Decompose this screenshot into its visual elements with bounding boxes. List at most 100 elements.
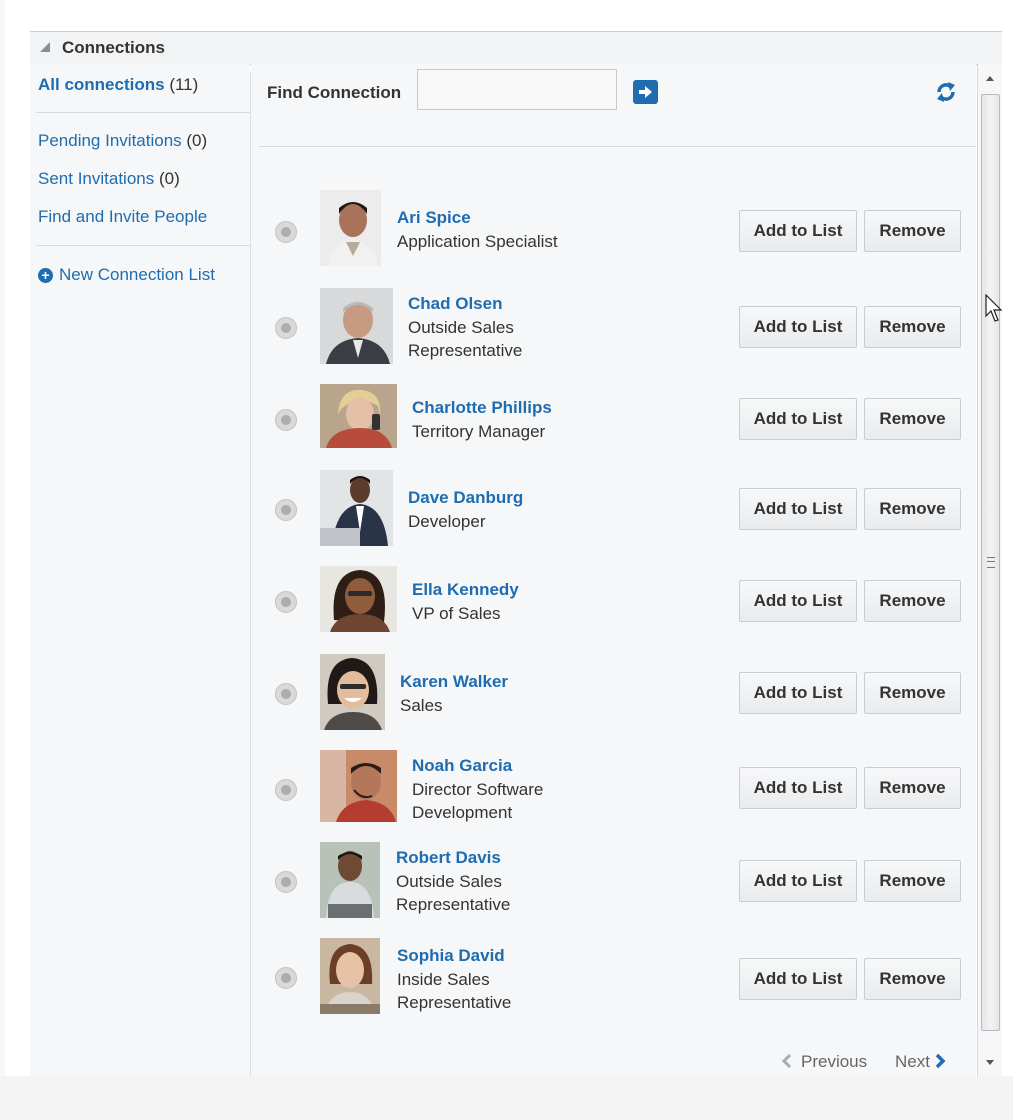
- add-to-list-button[interactable]: Add to List: [739, 398, 857, 440]
- connection-name[interactable]: Ari Spice: [397, 208, 471, 228]
- connection-title: Outside Sales Representative: [396, 872, 511, 914]
- sidebar-item-label: Sent Invitations: [38, 169, 155, 188]
- select-radio[interactable]: [275, 591, 297, 613]
- add-to-list-button[interactable]: Add to List: [739, 488, 857, 530]
- list-item: Ari Spice Application Specialist Add to …: [251, 190, 976, 266]
- sidebar-item-label: Pending Invitations: [38, 131, 182, 150]
- search-divider: [259, 146, 976, 147]
- list-item: Ella Kennedy VP of Sales Add to List Rem…: [251, 566, 976, 632]
- connection-name[interactable]: Dave Danburg: [408, 488, 523, 508]
- add-to-list-button[interactable]: Add to List: [739, 767, 857, 809]
- connection-name[interactable]: Sophia David: [397, 946, 505, 966]
- connection-title: Inside Sales Representative: [397, 970, 512, 1012]
- remove-button[interactable]: Remove: [864, 958, 961, 1000]
- connection-title: Application Specialist: [397, 232, 558, 251]
- avatar: [320, 470, 393, 546]
- new-list-label: New Connection List: [59, 265, 215, 284]
- plus-circle-icon: +: [38, 268, 53, 283]
- remove-button[interactable]: Remove: [864, 488, 961, 530]
- remove-button[interactable]: Remove: [864, 210, 961, 252]
- add-to-list-button[interactable]: Add to List: [739, 580, 857, 622]
- sidebar-item-label: Find and Invite People: [38, 207, 208, 226]
- search-go-button[interactable]: [633, 80, 658, 104]
- connection-name[interactable]: Charlotte Phillips: [412, 398, 552, 418]
- arrow-right-icon: [639, 86, 652, 98]
- connection-title: Sales: [400, 696, 443, 715]
- find-connection-input[interactable]: [417, 69, 617, 110]
- add-to-list-button[interactable]: Add to List: [739, 860, 857, 902]
- next-label: Next: [895, 1052, 930, 1071]
- list-item: Dave Danburg Developer Add to List Remov…: [251, 470, 976, 546]
- remove-button[interactable]: Remove: [864, 306, 961, 348]
- avatar: [320, 750, 397, 822]
- list-item: Karen Walker Sales Add to List Remove: [251, 654, 976, 730]
- panel-title: Connections: [62, 38, 165, 57]
- sidebar-item-count: (0): [158, 169, 180, 188]
- connection-title: Director Software Development: [412, 780, 544, 822]
- add-to-list-button[interactable]: Add to List: [739, 958, 857, 1000]
- add-to-list-button[interactable]: Add to List: [739, 672, 857, 714]
- select-radio[interactable]: [275, 221, 297, 243]
- sidebar-item-find-invite-people[interactable]: Find and Invite People: [38, 207, 207, 227]
- select-radio[interactable]: [275, 683, 297, 705]
- new-connection-list-link[interactable]: + New Connection List: [38, 265, 215, 285]
- previous-page-button[interactable]: Previous: [781, 1052, 867, 1072]
- remove-button[interactable]: Remove: [864, 580, 961, 622]
- remove-button[interactable]: Remove: [864, 672, 961, 714]
- list-item: Chad Olsen Outside Sales Representative …: [251, 288, 976, 364]
- remove-button[interactable]: Remove: [864, 767, 961, 809]
- find-connection-label: Find Connection: [267, 83, 402, 102]
- sidebar-item-label: All connections: [38, 75, 165, 94]
- connection-title: Outside Sales Representative: [408, 318, 523, 360]
- footer-band: [0, 1076, 1013, 1120]
- previous-label: Previous: [801, 1052, 868, 1071]
- connection-title: VP of Sales: [412, 604, 501, 623]
- avatar: [320, 654, 385, 730]
- select-radio[interactable]: [275, 779, 297, 801]
- connection-title: Developer: [408, 512, 486, 531]
- refresh-button[interactable]: [933, 79, 959, 105]
- avatar: [320, 384, 397, 448]
- list-item: Noah Garcia Director Software Developmen…: [251, 750, 976, 822]
- select-radio[interactable]: [275, 317, 297, 339]
- sidebar-item-count: (0): [186, 131, 208, 150]
- avatar: [320, 288, 393, 364]
- connection-name[interactable]: Ella Kennedy: [412, 580, 519, 600]
- add-to-list-button[interactable]: Add to List: [739, 306, 857, 348]
- add-to-list-button[interactable]: Add to List: [739, 210, 857, 252]
- next-page-button[interactable]: Next: [895, 1052, 946, 1072]
- scroll-up-arrow-icon[interactable]: [984, 72, 996, 84]
- connection-title: Territory Manager: [412, 422, 546, 441]
- sidebar-divider: [36, 112, 250, 113]
- vertical-scrollbar[interactable]: [977, 64, 1002, 1076]
- mouse-cursor-icon: [985, 294, 1003, 322]
- sidebar-item-all-connections[interactable]: All connections (11): [38, 75, 198, 95]
- refresh-icon: [937, 82, 955, 102]
- connection-name[interactable]: Noah Garcia: [412, 756, 512, 776]
- sidebar-item-pending-invitations[interactable]: Pending Invitations (0): [38, 131, 207, 151]
- remove-button[interactable]: Remove: [864, 860, 961, 902]
- collapse-triangle-icon[interactable]: [38, 40, 52, 54]
- connection-name[interactable]: Chad Olsen: [408, 294, 502, 314]
- avatar: [320, 566, 397, 632]
- window-edge: [0, 0, 5, 1076]
- sidebar-item-sent-invitations[interactable]: Sent Invitations (0): [38, 169, 180, 189]
- avatar: [320, 190, 381, 266]
- select-radio[interactable]: [275, 871, 297, 893]
- scrollbar-thumb[interactable]: [981, 94, 1000, 1031]
- avatar: [320, 938, 380, 1014]
- sidebar-divider: [36, 245, 250, 246]
- chevron-right-icon: [935, 1053, 946, 1069]
- remove-button[interactable]: Remove: [864, 398, 961, 440]
- list-item: Charlotte Phillips Territory Manager Add…: [251, 384, 976, 448]
- select-radio[interactable]: [275, 967, 297, 989]
- scrollbar-grip: [987, 557, 995, 568]
- list-item: Sophia David Inside Sales Representative…: [251, 938, 976, 1014]
- select-radio[interactable]: [275, 499, 297, 521]
- select-radio[interactable]: [275, 409, 297, 431]
- scroll-down-arrow-icon[interactable]: [984, 1056, 996, 1068]
- connection-name[interactable]: Robert Davis: [396, 848, 501, 868]
- panel-header[interactable]: Connections: [30, 31, 1002, 65]
- connection-name[interactable]: Karen Walker: [400, 672, 508, 692]
- chevron-left-icon: [781, 1053, 792, 1069]
